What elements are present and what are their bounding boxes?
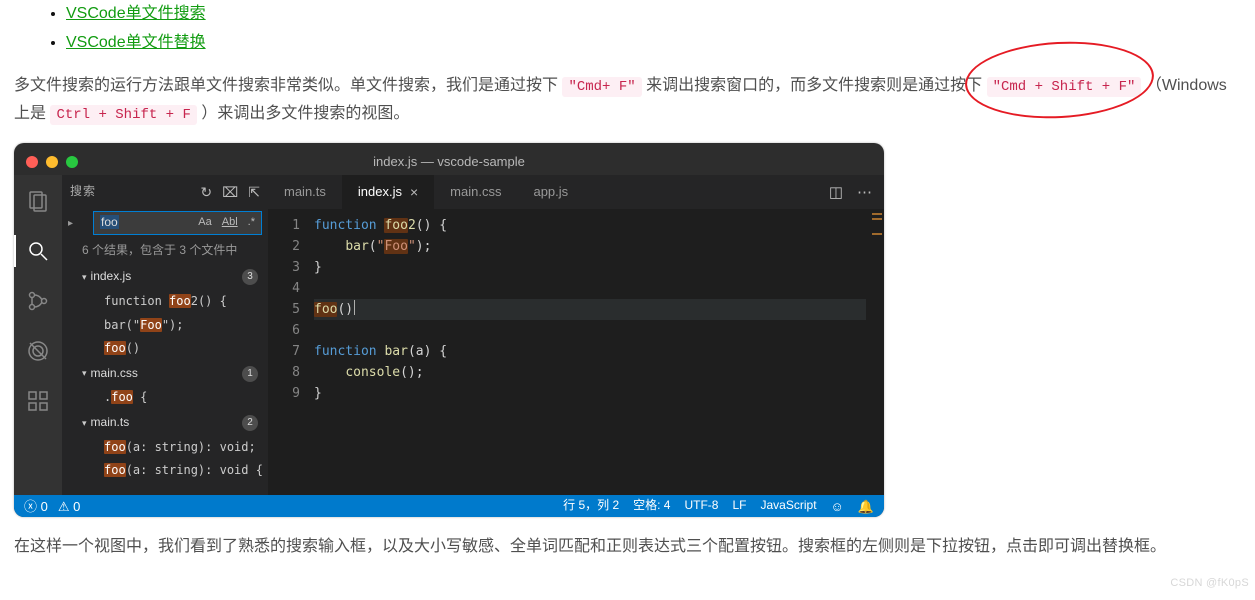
scm-icon[interactable] [14,285,62,317]
result-match[interactable]: foo() [76,337,264,361]
tab-main-ts[interactable]: main.ts [268,175,342,209]
match-word-icon[interactable]: Abl [220,212,240,234]
code-editor[interactable]: 123456789 function foo2() { bar("Foo");}… [268,209,884,404]
toggle-replace-icon[interactable]: ▸ [68,215,73,233]
feedback-icon[interactable]: ☺ [831,495,844,518]
kbd-cmd-f: "Cmd+ F" [562,77,641,97]
refresh-icon[interactable]: ↻ [200,185,212,199]
close-tab-icon[interactable]: × [410,180,418,205]
titlebar: index.js — vscode-sample [14,149,884,175]
minimap[interactable] [866,209,884,495]
indent[interactable]: 空格: 4 [633,495,670,517]
window-title: index.js — vscode-sample [14,150,884,173]
result-file[interactable]: ▾main.ts2 [76,410,264,436]
result-file[interactable]: ▾index.js3 [76,264,264,290]
sidebar-title: 搜索 [70,181,200,203]
kbd-cmd-shift-f: "Cmd + Shift + F" [987,77,1142,97]
extensions-icon[interactable] [14,385,62,417]
regex-icon[interactable]: .* [246,212,257,234]
encoding[interactable]: UTF-8 [684,495,718,517]
language[interactable]: JavaScript [761,495,817,517]
tab-index-js[interactable]: index.js× [342,175,434,209]
result-match[interactable]: foo(a: string): void { [76,459,264,483]
eol[interactable]: LF [732,495,746,517]
link-search[interactable]: VSCode单文件搜索 [66,5,206,22]
watermark: CSDN @fK0pS [1170,574,1249,594]
search-input[interactable]: foo Aa Abl .* [93,211,262,235]
bell-icon[interactable]: 🔔 [858,495,874,518]
tab-app-js[interactable]: app.js [517,175,584,209]
explorer-icon[interactable] [14,185,62,217]
result-file[interactable]: ▾main.css1 [76,361,264,387]
kbd-ctrl-shift-f: Ctrl + Shift + F [50,105,196,125]
intro-paragraph: 多文件搜索的运行方法跟单文件搜索非常类似。单文件搜索，我们是通过按下 "Cmd+… [14,72,1241,130]
warnings-icon[interactable]: ⚠ 0 [58,495,81,518]
search-sidebar: 搜索 ↻ ⌧ ⇱ ▸ foo Aa Abl .* 6 个结果， [62,175,268,495]
status-bar: ⓧ 0 ⚠ 0 行 5，列 2 空格: 4 UTF-8 LF JavaScrip… [14,495,884,517]
activity-bar [14,175,62,495]
search-icon[interactable] [14,235,62,267]
tab-main-css[interactable]: main.css [434,175,517,209]
toc-links: VSCode单文件搜索 VSCode单文件替换 [14,0,1241,58]
match-case-icon[interactable]: Aa [196,212,213,234]
errors-icon[interactable]: ⓧ 0 [24,495,48,518]
vscode-screenshot: index.js — vscode-sample 搜索 ↻ ⌧ ⇱ ▸ fo [14,143,884,517]
link-replace[interactable]: VSCode单文件替换 [66,34,206,51]
clear-icon[interactable]: ⌧ [222,185,238,199]
result-match[interactable]: .foo { [76,386,264,410]
collapse-icon[interactable]: ⇱ [248,185,260,199]
outro-paragraph: 在这样一个视图中，我们看到了熟悉的搜索输入框，以及大小写敏感、全单词匹配和正则表… [14,533,1241,562]
editor-tabs: main.tsindex.js×main.cssapp.js ◫ ⋯ [268,175,884,209]
more-icon[interactable]: ⋯ [857,179,872,206]
cursor-pos[interactable]: 行 5，列 2 [563,495,619,517]
results-tree: ▾index.js3function foo2() {bar("Foo");fo… [62,264,268,482]
result-match[interactable]: function foo2() { [76,290,264,314]
result-match[interactable]: bar("Foo"); [76,314,264,338]
debug-icon[interactable] [14,335,62,367]
result-match[interactable]: foo(a: string): void; [76,436,264,460]
result-summary: 6 个结果，包含于 3 个文件中 [62,239,268,265]
split-editor-icon[interactable]: ◫ [829,179,843,206]
